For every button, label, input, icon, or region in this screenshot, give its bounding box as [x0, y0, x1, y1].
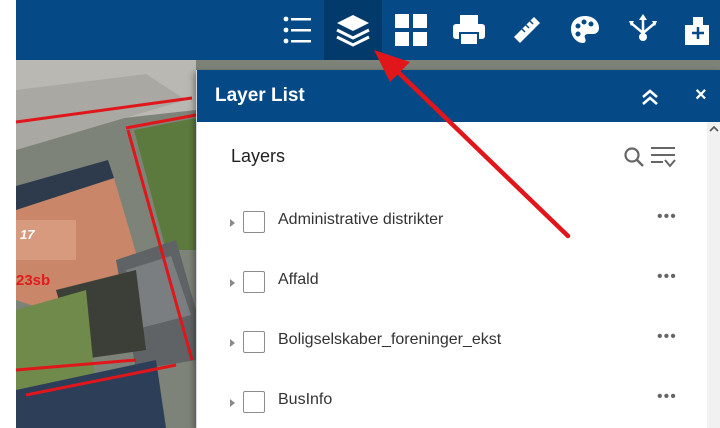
layer-options-button[interactable] — [649, 144, 679, 170]
print-button[interactable] — [440, 0, 498, 60]
expand-arrow-icon[interactable] — [230, 399, 235, 407]
building-code-label: 23sb — [16, 272, 51, 289]
panel-title: Layer List — [215, 85, 305, 106]
search-layers-button[interactable] — [623, 146, 645, 168]
measurement-icon — [514, 17, 540, 43]
layer-row[interactable]: Boligselskaber_foreninger_ekst ••• — [197, 326, 707, 366]
layer-row[interactable]: Affald ••• — [197, 266, 707, 306]
directions-button[interactable] — [614, 0, 672, 60]
house-number-label: 17 — [20, 227, 35, 242]
double-chevron-up-icon — [642, 89, 658, 105]
search-icon — [624, 147, 644, 167]
list-filter-icon — [651, 147, 676, 168]
expand-arrow-icon[interactable] — [230, 339, 235, 347]
legend-icon — [283, 16, 311, 44]
layer-list-button[interactable] — [324, 0, 382, 60]
more-options-icon[interactable]: ••• — [657, 328, 677, 346]
panel-scrollbar[interactable] — [707, 122, 720, 428]
layer-name: Administrative distrikter — [278, 211, 444, 228]
basemap-gallery-button[interactable] — [382, 0, 440, 60]
left-frame — [0, 0, 16, 428]
add-data-icon — [685, 17, 709, 45]
collapse-panel-button[interactable] — [639, 86, 661, 108]
expand-arrow-icon[interactable] — [230, 219, 235, 227]
layer-visibility-checkbox[interactable] — [243, 391, 265, 413]
measurement-button[interactable] — [498, 0, 556, 60]
add-data-button[interactable] — [672, 0, 720, 60]
style-palette-icon — [571, 16, 599, 43]
legend-button[interactable] — [268, 0, 326, 60]
layer-name: BusInfo — [278, 391, 333, 408]
layer-list-panel: Layer List × Layers Administrative distr… — [196, 70, 720, 428]
widget-toolbar — [16, 0, 720, 60]
panel-header: Layer List × — [197, 70, 720, 122]
basemap-gallery-icon — [395, 14, 427, 46]
layer-row[interactable]: Administrative distrikter ••• — [197, 206, 707, 246]
close-panel-button[interactable]: × — [695, 84, 717, 108]
layer-visibility-checkbox[interactable] — [243, 331, 265, 353]
layer-name: Affald — [278, 271, 319, 288]
layer-name: Boligselskaber_foreninger_ekst — [278, 331, 502, 348]
scroll-up-arrow-icon — [709, 125, 719, 132]
more-options-icon[interactable]: ••• — [657, 268, 677, 286]
layer-visibility-checkbox[interactable] — [243, 271, 265, 293]
more-options-icon[interactable]: ••• — [657, 208, 677, 226]
layers-heading: Layers — [231, 146, 286, 166]
print-icon — [453, 15, 485, 46]
more-options-icon[interactable]: ••• — [657, 388, 677, 406]
expand-arrow-icon[interactable] — [230, 279, 235, 287]
directions-icon — [629, 14, 657, 41]
style-button[interactable] — [556, 0, 614, 60]
layers-icon — [336, 15, 370, 47]
layer-visibility-checkbox[interactable] — [243, 211, 265, 233]
layer-row[interactable]: BusInfo ••• — [197, 386, 707, 426]
